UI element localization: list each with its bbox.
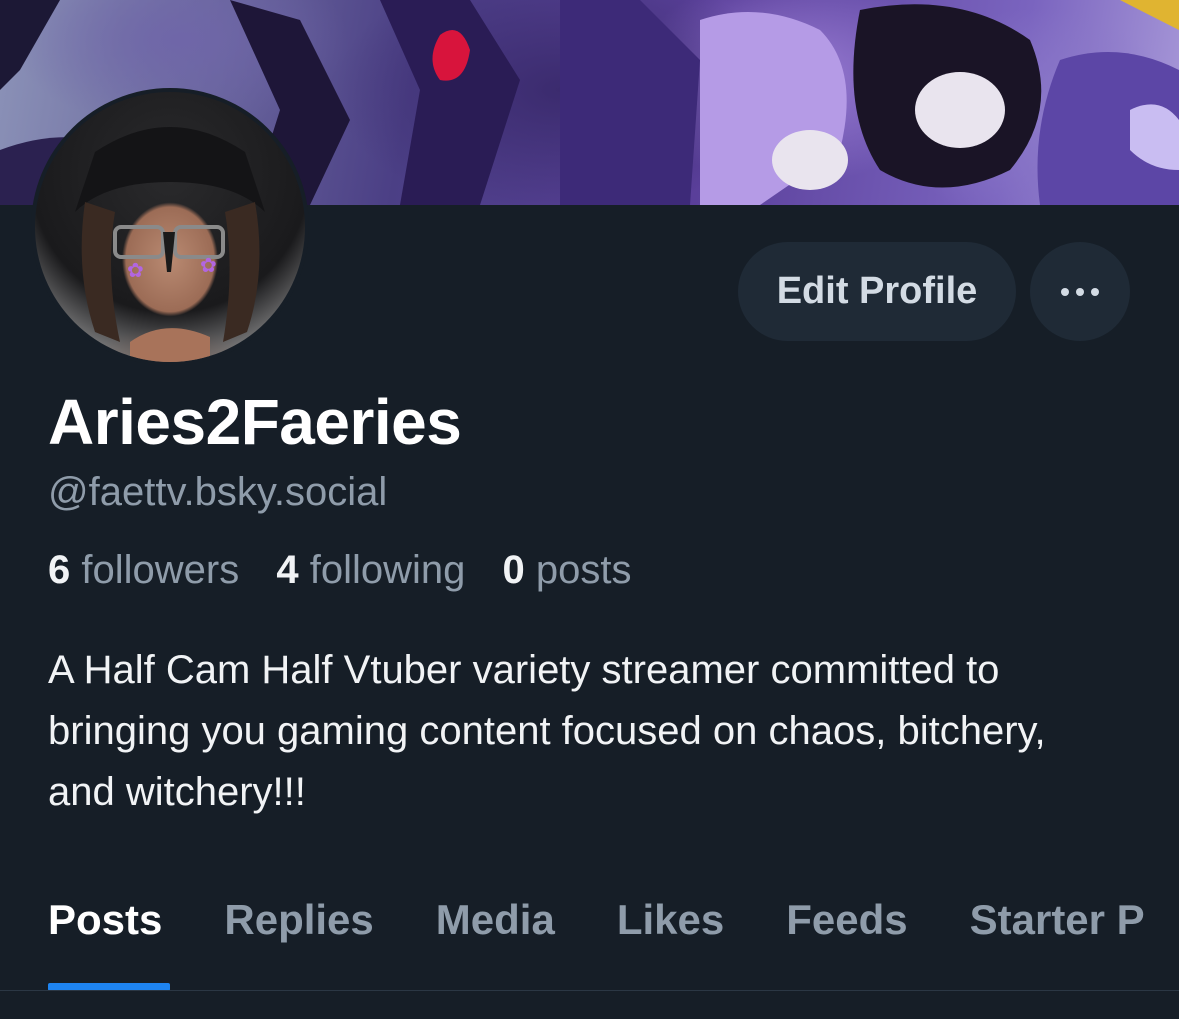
tab-posts[interactable]: Posts [48, 896, 162, 944]
tab-replies[interactable]: Replies [224, 896, 373, 944]
following-link[interactable]: 4 following [276, 548, 465, 592]
following-count: 4 [276, 548, 299, 592]
tabs-divider [0, 990, 1179, 991]
user-handle[interactable]: @faettv.bsky.social [48, 470, 387, 515]
more-horizontal-icon [1061, 287, 1099, 296]
tab-feeds[interactable]: Feeds [786, 896, 907, 944]
following-label: following [309, 548, 466, 592]
avatar[interactable]: ✿ ✿ [31, 88, 309, 366]
posts-count: 0 [502, 548, 525, 592]
tab-likes[interactable]: Likes [617, 896, 724, 944]
more-options-button[interactable] [1030, 242, 1130, 341]
profile-tabs: Posts Replies Media Likes Feeds Starter … [48, 896, 1179, 944]
profile-bio: A Half Cam Half Vtuber variety streamer … [48, 648, 1046, 814]
avatar-illustration: ✿ ✿ [75, 127, 265, 362]
tab-media[interactable]: Media [436, 896, 555, 944]
posts-stat: 0 posts [503, 548, 632, 592]
followers-label: followers [81, 548, 240, 592]
edit-profile-button[interactable]: Edit Profile [738, 242, 1016, 341]
posts-label: posts [535, 548, 632, 592]
edit-profile-label: Edit Profile [776, 270, 978, 312]
svg-text:✿: ✿ [200, 253, 217, 277]
followers-link[interactable]: 6 followers [48, 548, 239, 592]
svg-text:✿: ✿ [127, 258, 144, 282]
tab-starter-packs[interactable]: Starter P [970, 896, 1145, 944]
display-name: Aries2Faeries [48, 386, 462, 458]
profile-stats: 6 followers 4 following 0 posts [48, 548, 657, 593]
followers-count: 6 [48, 548, 71, 592]
avatar-image: ✿ ✿ [35, 92, 305, 362]
